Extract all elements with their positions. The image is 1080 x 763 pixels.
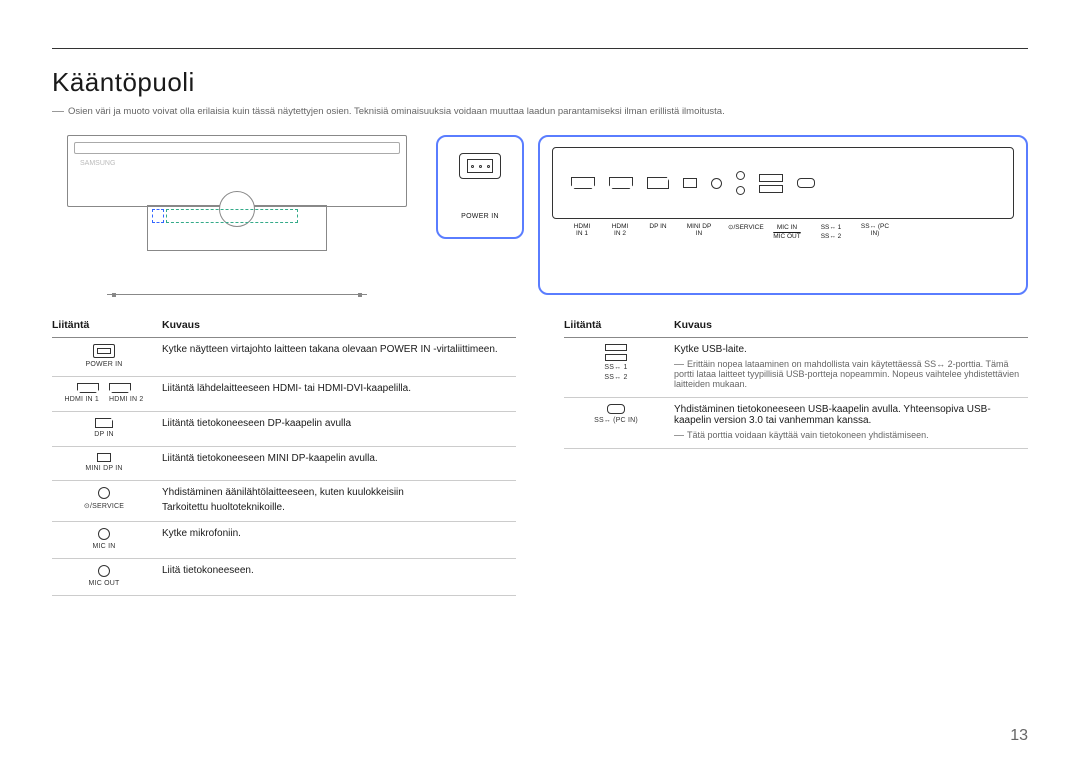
th-port: Liitäntä xyxy=(52,315,162,338)
ports-table-left: LiitäntäKuvaus POWER IN Kytke näytteen v… xyxy=(52,315,516,596)
th-desc: Kuvaus xyxy=(674,315,1028,338)
mini-dp-icon xyxy=(683,178,697,188)
audio-jack-icon xyxy=(711,178,722,189)
table-row: MIC OUT Liitä tietokoneeseen. xyxy=(52,559,516,596)
table-row: POWER IN Kytke näytteen virtajohto laitt… xyxy=(52,338,516,377)
hdmi-icon xyxy=(77,383,99,393)
diagram-row: SAMSUNG POWER IN HDMI IN 1 HDMI IN 2 DP … xyxy=(52,135,1028,295)
table-row: ⊙/SERVICE Yhdistäminen äänilähtölaittees… xyxy=(52,481,516,522)
dp-icon xyxy=(647,177,669,189)
th-port: Liitäntä xyxy=(564,315,674,338)
mic-in-icon xyxy=(736,171,745,180)
mic-out-icon xyxy=(98,565,110,577)
power-in-icon xyxy=(93,344,115,358)
usb-icon xyxy=(759,174,783,182)
intro-note: Osien väri ja muoto voivat olla erilaisi… xyxy=(52,106,1028,117)
hdmi-icon xyxy=(609,177,633,189)
mic-out-icon xyxy=(736,186,745,195)
mic-in-icon xyxy=(98,528,110,540)
panel-labels: HDMI IN 1 HDMI IN 2 DP IN MINI DP IN ⊙/S… xyxy=(552,219,1014,241)
table-row: MINI DP IN Liitäntä tietokoneeseen MINI … xyxy=(52,447,516,481)
monitor-diagram: SAMSUNG xyxy=(52,135,422,295)
page-title: Kääntöpuoli xyxy=(52,67,1028,98)
table-row: DP IN Liitäntä tietokoneeseen DP-kaapeli… xyxy=(52,412,516,447)
usb-icon xyxy=(759,185,783,193)
hdmi-icon xyxy=(571,177,595,189)
power-in-icon xyxy=(459,153,501,179)
usb-c-icon xyxy=(607,404,625,414)
dp-icon xyxy=(95,418,113,428)
hdmi-icon xyxy=(109,383,131,393)
table-row: SS↔ 1SS↔ 2 Kytke USB-laite.Erittäin nope… xyxy=(564,338,1028,398)
th-desc: Kuvaus xyxy=(162,315,516,338)
audio-jack-icon xyxy=(98,487,110,499)
table-row: HDMI IN 1HDMI IN 2 Liitäntä lähdelaittee… xyxy=(52,377,516,412)
usb-icon xyxy=(605,354,627,361)
callout-ports-panel: HDMI IN 1 HDMI IN 2 DP IN MINI DP IN ⊙/S… xyxy=(538,135,1028,295)
ports-table-right: LiitäntäKuvaus SS↔ 1SS↔ 2 Kytke USB-lait… xyxy=(564,315,1028,449)
callout-power: POWER IN xyxy=(436,135,524,239)
mini-dp-icon xyxy=(97,453,111,462)
page-number: 13 xyxy=(1010,727,1028,745)
usb-icon xyxy=(605,344,627,351)
table-row: MIC IN Kytke mikrofoniin. xyxy=(52,522,516,559)
table-row: SS↔ (PC IN) Yhdistäminen tietokoneeseen … xyxy=(564,398,1028,449)
power-in-label: POWER IN xyxy=(461,213,499,220)
usb-c-icon xyxy=(797,178,815,188)
